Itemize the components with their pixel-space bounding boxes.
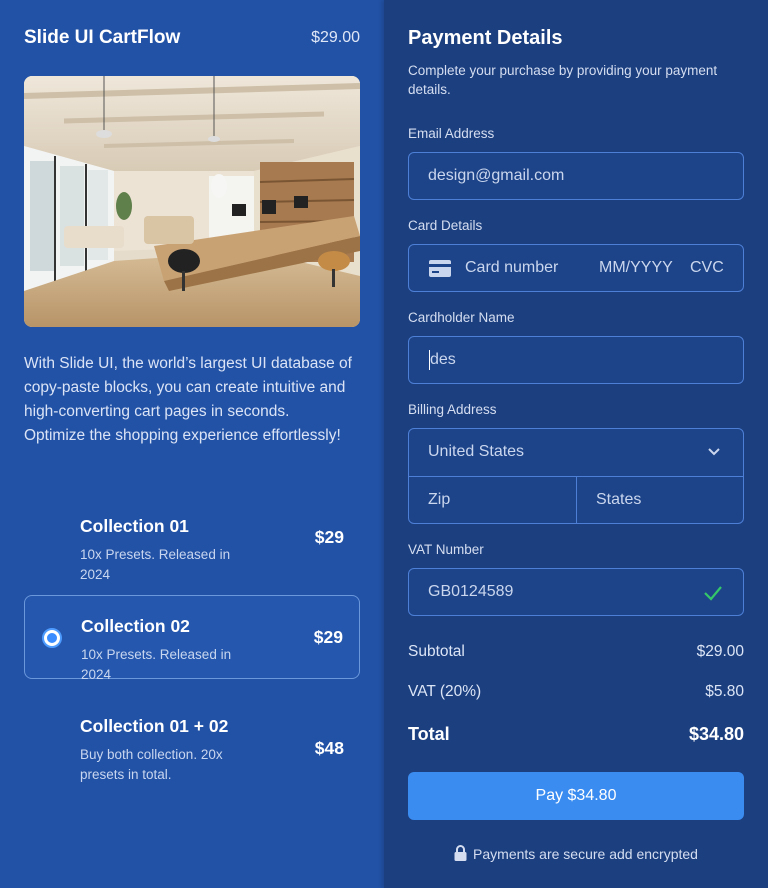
secure-note: Payments are secure add encrypted	[384, 845, 768, 862]
option-title: Collection 01 + 02	[80, 716, 229, 736]
card-number-input[interactable]: Card number	[465, 259, 558, 277]
radio-selected-icon[interactable]	[42, 628, 62, 648]
payment-panel: Payment Details Complete your purchase b…	[384, 0, 768, 888]
country-select[interactable]: United States	[428, 443, 524, 461]
subtotal-value: $29.00	[696, 643, 744, 660]
product-description: With Slide UI, the world’s largest UI da…	[24, 355, 352, 444]
email-field[interactable]: design@gmail.com	[408, 152, 744, 200]
option-title: Collection 01	[80, 516, 189, 536]
pay-button[interactable]: Pay $34.80	[408, 772, 744, 820]
vat-label: VAT Number	[408, 542, 484, 557]
subtotal-label: Subtotal	[408, 643, 465, 660]
secure-note-text: Payments are secure add encrypted	[473, 846, 698, 862]
subtotal-row: Subtotal $29.00	[408, 643, 744, 661]
vat-row-value: $5.80	[705, 683, 744, 700]
option-subtitle: 10x Presets. Released in 2024	[80, 547, 231, 582]
total-value: $34.80	[688, 724, 744, 744]
cardholder-name-field[interactable]: des	[408, 336, 744, 384]
credit-card-icon	[429, 260, 451, 277]
card-label: Card Details	[408, 218, 483, 233]
total-row: Total $34.80	[408, 724, 744, 745]
option-collection-bundle[interactable]: Collection 01 + 02 Buy both collection. …	[24, 696, 360, 782]
card-expiry-input[interactable]: MM/YYYY	[599, 259, 673, 277]
product-image	[24, 76, 360, 327]
state-input[interactable]: States	[596, 491, 641, 509]
option-subtitle: 10x Presets. Released in 2024	[81, 647, 232, 682]
cardholder-value: des	[430, 351, 456, 368]
lock-icon	[454, 845, 467, 861]
option-price: $29	[313, 627, 343, 647]
option-subtitle: Buy both collection. 20x presets in tota…	[80, 747, 223, 782]
product-price: $29.00	[311, 29, 360, 46]
billing-address-group: United States Zip States	[408, 428, 744, 524]
cardholder-label: Cardholder Name	[408, 310, 515, 325]
option-price: $48	[314, 738, 344, 758]
divider	[576, 476, 577, 523]
product-panel: Slide UI CartFlow $29.00 With Slide UI, …	[0, 0, 384, 888]
card-cvc-input[interactable]: CVC	[690, 259, 724, 277]
product-title: Slide UI CartFlow	[24, 27, 181, 48]
option-price: $29	[314, 527, 344, 547]
card-details-field[interactable]: Card number MM/YYYY CVC	[408, 244, 744, 292]
option-collection-01[interactable]: Collection 01 10x Presets. Released in 2…	[24, 496, 360, 582]
payment-subtitle: Complete your purchase by providing your…	[408, 63, 718, 97]
total-label: Total	[408, 724, 450, 744]
vat-number-field[interactable]: GB0124589	[408, 568, 744, 616]
billing-label: Billing Address	[408, 402, 497, 417]
vat-row: VAT (20%) $5.80	[408, 683, 744, 701]
email-value: design@gmail.com	[428, 167, 565, 184]
option-title: Collection 02	[81, 616, 190, 636]
email-label: Email Address	[408, 126, 495, 141]
chevron-down-icon[interactable]	[707, 445, 721, 459]
option-collection-02[interactable]: Collection 02 10x Presets. Released in 2…	[24, 595, 360, 682]
checkmark-icon	[704, 586, 722, 601]
checkout-page: Slide UI CartFlow $29.00 With Slide UI, …	[0, 0, 768, 888]
vat-row-label: VAT (20%)	[408, 683, 482, 700]
office-illustration	[24, 76, 360, 327]
vat-value: GB0124589	[428, 583, 514, 600]
payment-title: Payment Details	[408, 27, 563, 49]
zip-input[interactable]: Zip	[428, 491, 450, 509]
